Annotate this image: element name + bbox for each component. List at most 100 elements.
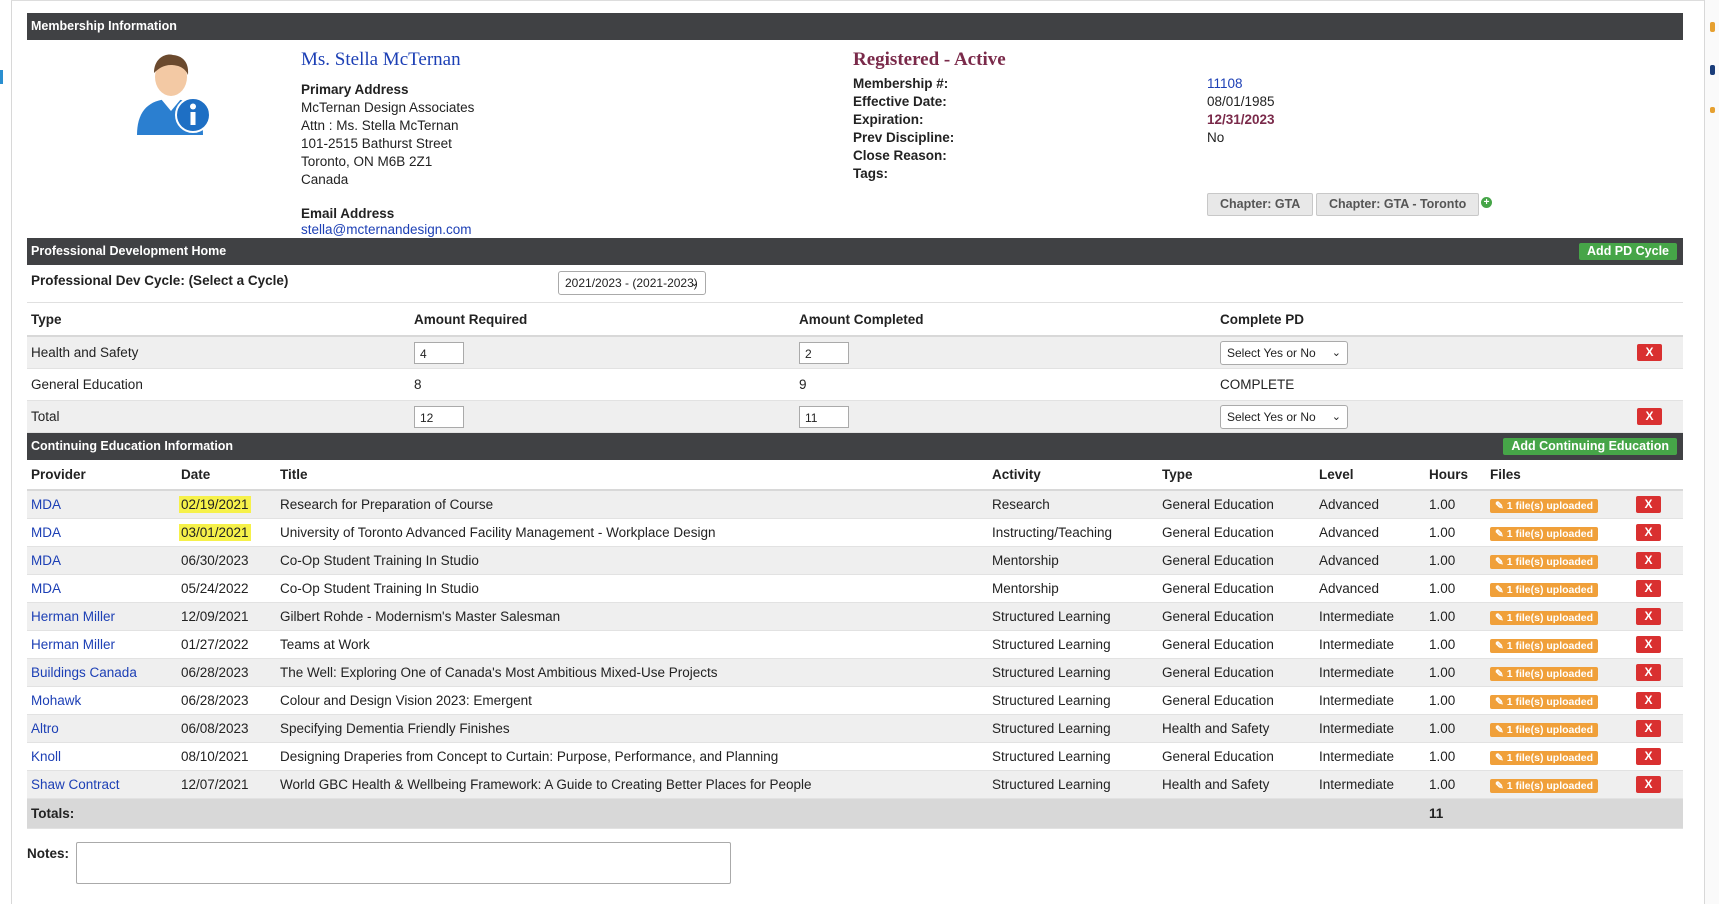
address-line: McTernan Design Associates (301, 100, 475, 115)
table-row: General Education 8 9 COMPLETE (27, 368, 1683, 401)
primary-address-label: Primary Address (301, 82, 409, 97)
membership-status: Registered - Active (853, 49, 1006, 70)
provider-link[interactable]: Herman Miller (31, 609, 115, 624)
address-line: Canada (301, 172, 349, 187)
files-cell: ✎ 1 file(s) uploaded (1486, 602, 1632, 631)
files-uploaded-badge[interactable]: ✎ 1 file(s) uploaded (1490, 750, 1599, 765)
address-line: Toronto, ON M6B 2Z1 (301, 154, 433, 169)
table-row: Shaw Contract 12/07/2021 World GBC Health … (27, 770, 1683, 799)
amount-required-input[interactable]: 4 (414, 341, 464, 364)
provider-cell: Shaw Contract (27, 770, 177, 799)
activity: Instructing/Teaching (988, 518, 1158, 547)
provider-link[interactable]: Altro (31, 721, 59, 736)
provider-link[interactable]: Knoll (31, 749, 61, 764)
pd-cycle-select[interactable]: 2021/2023 - (2021-2023) ⌄ (558, 271, 706, 295)
amount-completed-input[interactable]: 11 (799, 405, 849, 428)
delete-button[interactable]: X (1636, 580, 1661, 597)
amount-completed-input[interactable]: 2 (799, 341, 849, 364)
table-row: Knoll 08/10/2021 Designing Draperies from … (27, 742, 1683, 771)
delete-button[interactable]: X (1636, 748, 1661, 765)
table-row: Herman Miller 12/09/2021 Gilbert Rohde - M… (27, 602, 1683, 631)
ce-table: Provider Date Title Activity Type Level … (27, 460, 1683, 829)
add-pd-cycle-button[interactable]: Add PD Cycle (1579, 243, 1677, 260)
title: Designing Draperies from Concept to Curt… (276, 742, 988, 771)
complete-pd-select[interactable]: Select Yes or No ⌄ (1220, 340, 1348, 365)
effective-date: 08/01/1985 (1207, 94, 1275, 109)
field-label: Effective Date: (853, 94, 947, 109)
files-uploaded-badge[interactable]: ✎ 1 file(s) uploaded (1490, 582, 1599, 597)
table-header-row: Type Amount Required Amount Completed Co… (27, 303, 1683, 337)
level: Intermediate (1315, 686, 1425, 715)
delete-button[interactable]: X (1636, 608, 1661, 625)
title: World GBC Health & Wellbeing Framework: … (276, 770, 988, 799)
amount-completed-cell: 2 (795, 336, 1216, 369)
provider-cell: Altro (27, 714, 177, 743)
hours: 1.00 (1425, 602, 1486, 631)
member-name[interactable]: Ms. Stella McTernan (301, 49, 461, 71)
notes-label: Notes: (27, 846, 70, 861)
pd-cycle-label: Professional Dev Cycle: (Select a Cycle) (31, 273, 289, 288)
amount-required-input[interactable]: 12 (414, 405, 464, 428)
files-uploaded-badge[interactable]: ✎ 1 file(s) uploaded (1490, 526, 1599, 541)
files-uploaded-badge[interactable]: ✎ 1 file(s) uploaded (1490, 666, 1599, 681)
delete-button[interactable]: X (1636, 720, 1661, 737)
column-header: Type (1158, 460, 1315, 491)
level: Intermediate (1315, 770, 1425, 799)
provider-link[interactable]: Mohawk (31, 693, 81, 708)
delete-button[interactable]: X (1636, 664, 1661, 681)
amount-required-cell: 12 (410, 400, 795, 433)
delete-button[interactable]: X (1636, 636, 1661, 653)
chevron-down-icon: ⌄ (1331, 410, 1341, 423)
files-uploaded-badge[interactable]: ✎ 1 file(s) uploaded (1490, 638, 1599, 653)
level: Intermediate (1315, 714, 1425, 743)
membership-number[interactable]: 11108 (1207, 75, 1275, 93)
files-uploaded-badge[interactable]: ✎ 1 file(s) uploaded (1490, 694, 1599, 709)
hours: 1.00 (1425, 546, 1486, 575)
files-cell: ✎ 1 file(s) uploaded (1486, 742, 1632, 771)
delete-button[interactable]: X (1636, 496, 1661, 513)
delete-button[interactable]: X (1637, 408, 1662, 425)
membership-field-values: 11108 08/01/1985 12/31/2023 No (1207, 75, 1275, 147)
email-link[interactable]: stella@mcternandesign.com (301, 222, 472, 237)
provider-link[interactable]: MDA (31, 553, 61, 568)
date: 02/19/2021 (179, 496, 251, 513)
provider-cell: Herman Miller (27, 630, 177, 659)
provider-link[interactable]: Herman Miller (31, 637, 115, 652)
files-uploaded-badge[interactable]: ✎ 1 file(s) uploaded (1490, 778, 1599, 793)
provider-link[interactable]: MDA (31, 581, 61, 596)
delete-button[interactable]: X (1636, 524, 1661, 541)
files-uploaded-badge[interactable]: ✎ 1 file(s) uploaded (1490, 610, 1599, 625)
level: Advanced (1315, 546, 1425, 575)
delete-cell: X (1632, 490, 1683, 519)
pd-type: Total (27, 400, 410, 433)
tag-chapter-gta-toronto[interactable]: Chapter: GTA - Toronto (1316, 193, 1480, 216)
files-uploaded-badge[interactable]: ✎ 1 file(s) uploaded (1490, 554, 1599, 569)
column-header-empty (1633, 303, 1683, 337)
delete-button[interactable]: X (1636, 776, 1661, 793)
delete-button[interactable]: X (1636, 692, 1661, 709)
delete-button[interactable]: X (1637, 344, 1662, 361)
type: General Education (1158, 490, 1315, 519)
date: 01/27/2022 (181, 637, 249, 652)
delete-button[interactable]: X (1636, 552, 1661, 569)
complete-pd-select[interactable]: Select Yes or No ⌄ (1220, 404, 1348, 429)
provider-link[interactable]: Shaw Contract (31, 777, 120, 792)
date-cell: 06/28/2023 (177, 658, 276, 687)
provider-link[interactable]: MDA (31, 525, 61, 540)
date-cell: 01/27/2022 (177, 630, 276, 659)
files-uploaded-badge[interactable]: ✎ 1 file(s) uploaded (1490, 498, 1599, 513)
files-cell: ✎ 1 file(s) uploaded (1486, 714, 1632, 743)
files-uploaded-badge[interactable]: ✎ 1 file(s) uploaded (1490, 722, 1599, 737)
notes-input[interactable] (76, 842, 731, 884)
section-title: Professional Development Home (31, 244, 227, 258)
table-row: MDA 03/01/2021 University of Toronto Advan… (27, 518, 1683, 547)
add-continuing-education-button[interactable]: Add Continuing Education (1503, 438, 1677, 455)
add-tag-icon[interactable]: + (1481, 197, 1492, 208)
provider-link[interactable]: MDA (31, 497, 61, 512)
edge-mark (1710, 22, 1715, 32)
amount-required: 8 (410, 368, 795, 401)
window-right-edge (1704, 0, 1719, 904)
pd-type: Health and Safety (27, 336, 410, 369)
tag-chapter-gta[interactable]: Chapter: GTA (1207, 193, 1314, 216)
provider-link[interactable]: Buildings Canada (31, 665, 137, 680)
